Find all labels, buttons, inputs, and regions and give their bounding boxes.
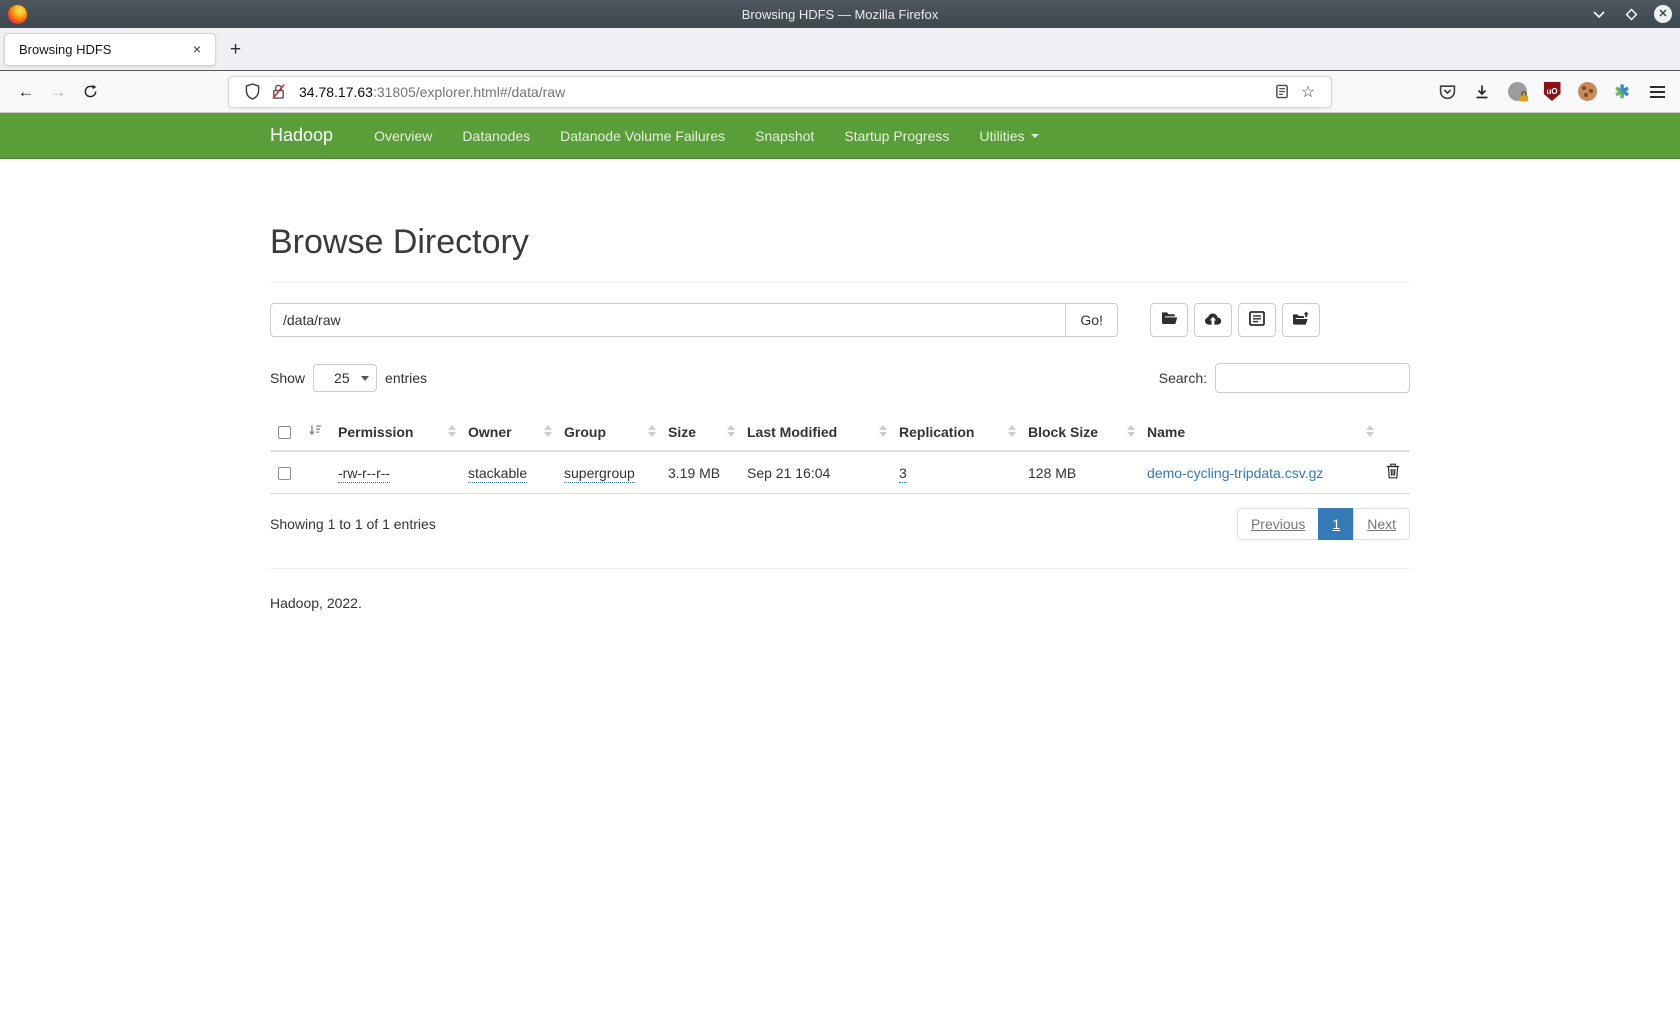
- column-header-owner[interactable]: Owner: [460, 415, 556, 451]
- actions-header: [1378, 415, 1410, 451]
- show-label: Show: [270, 370, 305, 386]
- table-row: -rw-r--r-- stackable supergroup 3.19 MB …: [270, 451, 1410, 494]
- last-modified-value: Sep 21 16:04: [747, 465, 830, 481]
- search-input[interactable]: [1215, 363, 1410, 393]
- window-minimize-button[interactable]: [1590, 5, 1608, 23]
- tracking-protection-shield-icon[interactable]: [239, 79, 265, 105]
- url-text[interactable]: 34.78.17.63:31805/explorer.html#/data/ra…: [299, 84, 1269, 100]
- new-tab-button[interactable]: +: [230, 40, 241, 59]
- insecure-lock-icon[interactable]: [265, 79, 291, 105]
- sort-arrows-icon: [448, 425, 456, 437]
- sort-arrows-icon: [544, 425, 552, 437]
- pagination-next[interactable]: Next: [1353, 508, 1410, 540]
- table-header-row: Permission Owner Group Size Last Modifie…: [270, 415, 1410, 451]
- footer-divider: [270, 568, 1410, 569]
- bookmark-star-icon[interactable]: ☆: [1295, 79, 1321, 105]
- column-header-name[interactable]: Name: [1139, 415, 1378, 451]
- row-checkbox[interactable]: [278, 467, 291, 480]
- create-directory-button[interactable]: [1150, 303, 1188, 337]
- firefox-logo-icon: [8, 5, 27, 24]
- group-value[interactable]: supergroup: [564, 465, 635, 483]
- sort-arrows-icon: [727, 425, 735, 437]
- page-size-select-wrap: 25: [313, 364, 377, 392]
- nav-item-datanode-volume-failures[interactable]: Datanode Volume Failures: [545, 128, 740, 144]
- owner-value[interactable]: stackable: [468, 465, 527, 483]
- nav-item-utilities[interactable]: Utilities: [964, 128, 1053, 144]
- sort-arrows-icon: [648, 425, 656, 437]
- pagination-page-1[interactable]: 1: [1318, 508, 1354, 540]
- select-all-header: [270, 415, 300, 451]
- browser-toolbar: ← → 34.78.17.63:31805/explorer.html#/dat…: [0, 71, 1680, 113]
- replication-value[interactable]: 3: [899, 465, 907, 483]
- page-title: Browse Directory: [270, 223, 1410, 262]
- list-alt-icon: [1249, 311, 1265, 329]
- pagination: Previous 1 Next: [1237, 508, 1410, 540]
- sort-arrows-icon: [1127, 425, 1135, 437]
- window-title: Browsing HDFS — Mozilla Firefox: [0, 7, 1680, 22]
- chevron-down-icon: [1031, 134, 1039, 138]
- window-maximize-button[interactable]: [1622, 5, 1640, 23]
- column-header-block-size[interactable]: Block Size: [1020, 415, 1139, 451]
- pagination-previous[interactable]: Previous: [1237, 508, 1319, 540]
- column-header-size[interactable]: Size: [660, 415, 739, 451]
- tab-title: Browsing HDFS: [19, 42, 189, 57]
- entries-label: entries: [385, 370, 427, 386]
- reader-mode-icon[interactable]: [1269, 79, 1295, 105]
- extension-privacy-icon[interactable]: [1504, 77, 1530, 107]
- back-button[interactable]: ←: [10, 77, 42, 107]
- permission-value[interactable]: -rw-r--r--: [338, 465, 390, 483]
- sort-amount-asc-icon: [308, 424, 322, 440]
- upload-cloud-icon: [1204, 311, 1222, 329]
- site-footer: Hadoop, 2022.: [270, 595, 1410, 611]
- directory-table: Permission Owner Group Size Last Modifie…: [270, 415, 1410, 494]
- nav-item-datanodes[interactable]: Datanodes: [447, 128, 545, 144]
- sort-arrows-icon: [1008, 425, 1016, 437]
- ublock-origin-icon[interactable]: uO: [1539, 77, 1565, 107]
- column-header-group[interactable]: Group: [556, 415, 660, 451]
- column-header-last-modified[interactable]: Last Modified: [739, 415, 891, 451]
- reload-button[interactable]: [74, 77, 106, 107]
- folder-open-icon: [1161, 311, 1178, 329]
- downloads-icon[interactable]: [1469, 77, 1495, 107]
- menu-hamburger-icon[interactable]: [1644, 77, 1670, 107]
- folder-move-icon: [1292, 311, 1310, 330]
- trash-icon[interactable]: [1386, 466, 1400, 482]
- extension-asterisk-icon[interactable]: ✱: [1609, 77, 1635, 107]
- url-bar[interactable]: 34.78.17.63:31805/explorer.html#/data/ra…: [228, 76, 1332, 108]
- entries-summary: Showing 1 to 1 of 1 entries: [270, 516, 436, 532]
- url-path: :31805/explorer.html#/data/raw: [373, 84, 565, 100]
- pocket-icon[interactable]: [1434, 77, 1460, 107]
- file-link[interactable]: demo-cycling-tripdata.csv.gz: [1147, 465, 1323, 481]
- go-button[interactable]: Go!: [1065, 303, 1118, 337]
- divider: [270, 282, 1410, 283]
- forward-button[interactable]: →: [42, 77, 74, 107]
- directory-path-input[interactable]: [270, 303, 1066, 337]
- hadoop-navbar: Hadoop Overview Datanodes Datanode Volum…: [0, 113, 1680, 159]
- upload-files-button[interactable]: [1194, 303, 1232, 337]
- tab-browsing-hdfs[interactable]: Browsing HDFS ×: [4, 33, 216, 66]
- tab-bar: Browsing HDFS × +: [0, 28, 1680, 71]
- sort-arrows-icon: [1366, 425, 1374, 437]
- block-size-value: 128 MB: [1028, 465, 1076, 481]
- nav-item-overview[interactable]: Overview: [359, 128, 447, 144]
- hadoop-brand[interactable]: Hadoop: [270, 125, 333, 146]
- window-close-button[interactable]: ✕: [1654, 5, 1672, 23]
- size-value: 3.19 MB: [668, 465, 720, 481]
- cut-paste-button[interactable]: [1282, 303, 1320, 337]
- file-info-button[interactable]: [1238, 303, 1276, 337]
- page-size-select[interactable]: 25: [313, 364, 377, 392]
- sort-arrows-icon: [879, 425, 887, 437]
- select-all-checkbox[interactable]: [278, 426, 291, 439]
- search-label: Search:: [1159, 370, 1207, 386]
- window-titlebar: Browsing HDFS — Mozilla Firefox ✕: [0, 0, 1680, 28]
- url-host: 34.78.17.63: [299, 84, 373, 100]
- column-header-permission[interactable]: Permission: [330, 415, 460, 451]
- tab-close-icon[interactable]: ×: [189, 41, 205, 57]
- column-header-replication[interactable]: Replication: [891, 415, 1020, 451]
- nav-item-snapshot[interactable]: Snapshot: [740, 128, 829, 144]
- cookie-extension-icon[interactable]: [1574, 77, 1600, 107]
- nav-item-startup-progress[interactable]: Startup Progress: [829, 128, 964, 144]
- sort-order-header[interactable]: [300, 415, 330, 451]
